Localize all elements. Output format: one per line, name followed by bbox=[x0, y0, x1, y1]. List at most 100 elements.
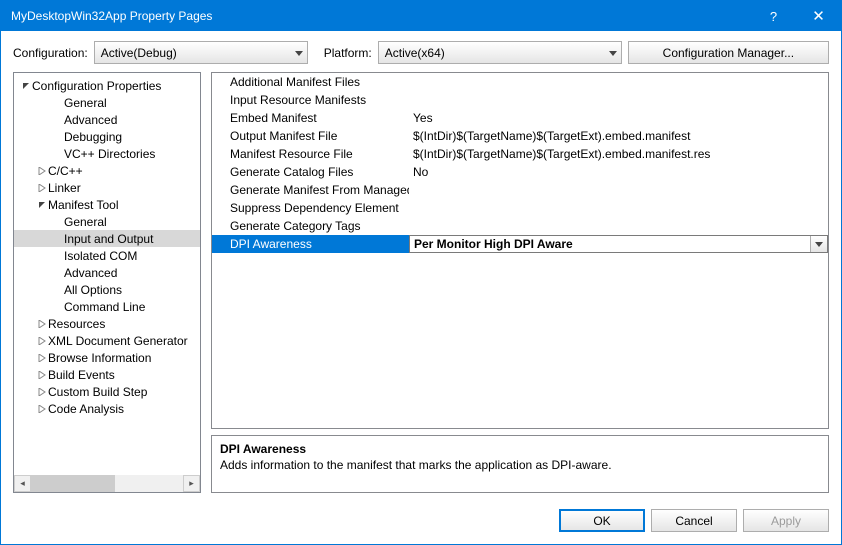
property-value[interactable]: Yes bbox=[409, 111, 828, 125]
tree-item-label: Debugging bbox=[64, 130, 122, 144]
property-row[interactable]: Embed ManifestYes bbox=[212, 109, 828, 127]
expander-closed-icon[interactable] bbox=[36, 405, 48, 413]
close-button[interactable]: ✕ bbox=[796, 1, 841, 31]
window-title: MyDesktopWin32App Property Pages bbox=[11, 9, 751, 23]
description-panel: DPI Awareness Adds information to the ma… bbox=[211, 435, 829, 493]
property-row[interactable]: Suppress Dependency Element bbox=[212, 199, 828, 217]
tree-item[interactable]: General bbox=[14, 213, 200, 230]
expander-closed-icon[interactable] bbox=[36, 354, 48, 362]
property-name: Output Manifest File bbox=[212, 129, 409, 143]
property-row[interactable]: Output Manifest File$(IntDir)$(TargetNam… bbox=[212, 127, 828, 145]
expander-closed-icon[interactable] bbox=[36, 337, 48, 345]
nav-tree[interactable]: Configuration Properties General Advanced D… bbox=[14, 73, 200, 475]
tree-item[interactable]: XML Document Generator bbox=[14, 332, 200, 349]
tree-item-label: All Options bbox=[64, 283, 122, 297]
expander-closed-icon[interactable] bbox=[36, 388, 48, 396]
chevron-down-icon[interactable] bbox=[810, 236, 827, 252]
tree-item[interactable]: Isolated COM bbox=[14, 247, 200, 264]
tree-item-label: Advanced bbox=[64, 113, 117, 127]
tree-item[interactable]: All Options bbox=[14, 281, 200, 298]
property-grid[interactable]: Additional Manifest Files Input Resource … bbox=[211, 72, 829, 429]
tree-item[interactable]: Build Events bbox=[14, 366, 200, 383]
tree-item[interactable]: Advanced bbox=[14, 111, 200, 128]
property-row[interactable]: Input Resource Manifests bbox=[212, 91, 828, 109]
title-bar: MyDesktopWin32App Property Pages ? ✕ bbox=[1, 1, 841, 31]
tree-item-label: Linker bbox=[48, 181, 81, 195]
tree-item-label: VC++ Directories bbox=[64, 147, 155, 161]
property-row[interactable]: Manifest Resource File$(IntDir)$(TargetN… bbox=[212, 145, 828, 163]
configuration-value: Active(Debug) bbox=[101, 46, 177, 60]
tree-item-label: Manifest Tool bbox=[48, 198, 118, 212]
scroll-thumb[interactable] bbox=[31, 475, 115, 492]
cancel-button[interactable]: Cancel bbox=[651, 509, 737, 532]
tree-item-label: XML Document Generator bbox=[48, 334, 188, 348]
tree-item-label: Input and Output bbox=[64, 232, 153, 246]
tree-item-label: General bbox=[64, 96, 107, 110]
property-name: Generate Manifest From ManagedAssembly bbox=[212, 183, 409, 197]
tree-item-label: Browse Information bbox=[48, 351, 151, 365]
expander-open-icon[interactable] bbox=[20, 82, 32, 90]
tree-item[interactable]: Command Line bbox=[14, 298, 200, 315]
property-row[interactable]: Additional Manifest Files bbox=[212, 73, 828, 91]
tree-item[interactable]: Resources bbox=[14, 315, 200, 332]
help-button[interactable]: ? bbox=[751, 1, 796, 31]
tree-item-label: Advanced bbox=[64, 266, 117, 280]
horizontal-scrollbar[interactable]: ◂ ▸ bbox=[14, 475, 200, 492]
chevron-down-icon bbox=[609, 42, 617, 63]
scroll-track[interactable] bbox=[31, 475, 183, 492]
tree-item[interactable]: Configuration Properties bbox=[14, 77, 200, 94]
ok-button[interactable]: OK bbox=[559, 509, 645, 532]
configuration-manager-button[interactable]: Configuration Manager... bbox=[628, 41, 829, 64]
tree-item[interactable]: Advanced bbox=[14, 264, 200, 281]
dialog-window: MyDesktopWin32App Property Pages ? ✕ Con… bbox=[0, 0, 842, 545]
tree-item[interactable]: Debugging bbox=[14, 128, 200, 145]
tree-item[interactable]: Linker bbox=[14, 179, 200, 196]
tree-item-label: Custom Build Step bbox=[48, 385, 147, 399]
property-row[interactable]: DPI AwarenessPer Monitor High DPI Aware bbox=[212, 235, 828, 253]
body: Configuration Properties General Advanced D… bbox=[1, 72, 841, 501]
property-value[interactable]: $(IntDir)$(TargetName)$(TargetExt).embed… bbox=[409, 129, 828, 143]
tree-item[interactable]: General bbox=[14, 94, 200, 111]
scroll-right-button[interactable]: ▸ bbox=[183, 475, 200, 492]
property-row[interactable]: Generate Manifest From ManagedAssembly bbox=[212, 181, 828, 199]
property-value[interactable]: Per Monitor High DPI Aware bbox=[409, 235, 828, 253]
tree-item[interactable]: Input and Output bbox=[14, 230, 200, 247]
tree-item-label: Code Analysis bbox=[48, 402, 124, 416]
property-name: Suppress Dependency Element bbox=[212, 201, 409, 215]
expander-closed-icon[interactable] bbox=[36, 167, 48, 175]
description-text: Adds information to the manifest that ma… bbox=[220, 458, 820, 472]
property-name: Generate Catalog Files bbox=[212, 165, 409, 179]
platform-label: Platform: bbox=[324, 46, 372, 60]
apply-button[interactable]: Apply bbox=[743, 509, 829, 532]
toolbar: Configuration: Active(Debug) Platform: A… bbox=[1, 31, 841, 72]
property-value[interactable]: $(IntDir)$(TargetName)$(TargetExt).embed… bbox=[409, 147, 828, 161]
tree-item-label: Build Events bbox=[48, 368, 115, 382]
property-row[interactable]: Generate Category Tags bbox=[212, 217, 828, 235]
chevron-down-icon bbox=[295, 42, 303, 63]
platform-value: Active(x64) bbox=[385, 46, 445, 60]
tree-item-label: Isolated COM bbox=[64, 249, 137, 263]
tree-item[interactable]: VC++ Directories bbox=[14, 145, 200, 162]
tree-item[interactable]: Browse Information bbox=[14, 349, 200, 366]
scroll-left-button[interactable]: ◂ bbox=[14, 475, 31, 492]
property-name: Additional Manifest Files bbox=[212, 75, 409, 89]
tree-item[interactable]: Custom Build Step bbox=[14, 383, 200, 400]
tree-item-label: Command Line bbox=[64, 300, 145, 314]
tree-item[interactable]: C/C++ bbox=[14, 162, 200, 179]
property-name: Generate Category Tags bbox=[212, 219, 409, 233]
expander-open-icon[interactable] bbox=[36, 201, 48, 209]
expander-closed-icon[interactable] bbox=[36, 184, 48, 192]
property-name: DPI Awareness bbox=[212, 237, 409, 251]
property-row[interactable]: Generate Catalog FilesNo bbox=[212, 163, 828, 181]
configuration-combo[interactable]: Active(Debug) bbox=[94, 41, 308, 64]
description-title: DPI Awareness bbox=[220, 442, 820, 456]
property-value[interactable]: No bbox=[409, 165, 828, 179]
tree-item[interactable]: Code Analysis bbox=[14, 400, 200, 417]
expander-closed-icon[interactable] bbox=[36, 320, 48, 328]
configuration-label: Configuration: bbox=[13, 46, 88, 60]
platform-combo[interactable]: Active(x64) bbox=[378, 41, 622, 64]
tree-item[interactable]: Manifest Tool bbox=[14, 196, 200, 213]
expander-closed-icon[interactable] bbox=[36, 371, 48, 379]
footer: OK Cancel Apply bbox=[1, 501, 841, 544]
property-name: Input Resource Manifests bbox=[212, 93, 409, 107]
